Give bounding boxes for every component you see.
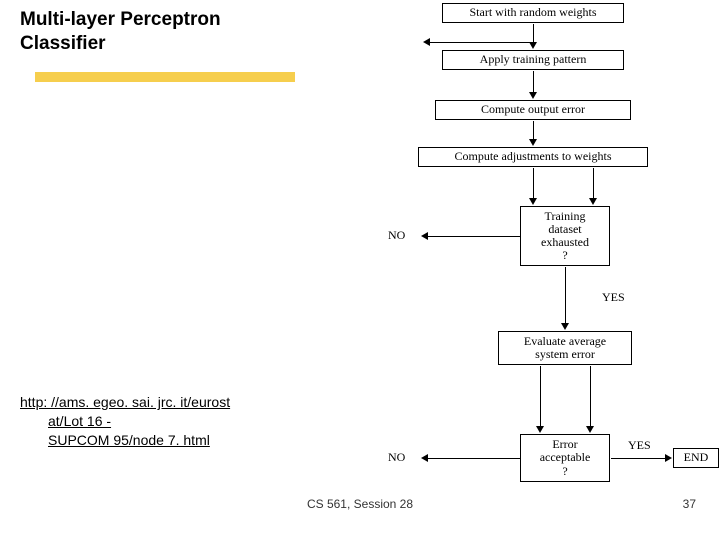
arrow-right-icon: [665, 454, 672, 462]
url-line-2: at/Lot 16 -: [20, 412, 330, 431]
connector: [593, 168, 594, 198]
label-yes: YES: [602, 290, 625, 305]
decision-line: acceptable: [540, 451, 591, 464]
url-line-3: SUPCOM 95/node 7. html: [20, 431, 330, 450]
decision-line: ?: [562, 249, 567, 262]
title-line-1: Multi-layer Perceptron: [20, 8, 221, 32]
box-evaluate-error: Evaluate average system error: [498, 331, 632, 365]
connector: [540, 366, 541, 426]
title-line-2: Classifier: [20, 32, 221, 56]
connector: [430, 42, 530, 43]
connector: [565, 267, 566, 323]
arrow-down-icon: [529, 92, 537, 99]
connector: [533, 24, 534, 42]
connector: [428, 236, 520, 237]
arrow-down-icon: [529, 139, 537, 146]
connector: [611, 458, 665, 459]
reference-url-link[interactable]: http: //ams. egeo. sai. jrc. it/eurost a…: [20, 393, 330, 450]
box-error-acceptable: Error acceptable ?: [520, 434, 610, 482]
connector: [590, 366, 591, 426]
label-yes: YES: [628, 438, 651, 453]
arrow-down-icon: [561, 323, 569, 330]
box-compute-error: Compute output error: [435, 100, 631, 120]
flowchart: Start with random weights Apply training…: [380, 0, 720, 540]
box-compute-adjustments: Compute adjustments to weights: [418, 147, 648, 167]
title-underline: [35, 72, 295, 82]
connector: [533, 168, 534, 198]
box-dataset-exhausted: Training dataset exhausted ?: [520, 206, 610, 266]
box-apply-pattern: Apply training pattern: [442, 50, 624, 70]
arrow-down-icon: [586, 426, 594, 433]
arrow-down-icon: [589, 198, 597, 205]
url-line-1: http: //ams. egeo. sai. jrc. it/eurost: [20, 393, 330, 412]
connector: [533, 71, 534, 92]
label-no: NO: [388, 228, 405, 243]
arrow-down-icon: [536, 426, 544, 433]
box-start-weights: Start with random weights: [442, 3, 624, 23]
arrow-left-icon: [421, 232, 428, 240]
arrow-down-icon: [529, 42, 537, 49]
box-end: END: [673, 448, 719, 468]
connector: [533, 121, 534, 139]
arrow-left-icon: [421, 454, 428, 462]
slide-title: Multi-layer Perceptron Classifier: [20, 8, 221, 56]
decision-line: ?: [562, 465, 567, 478]
eval-line: system error: [535, 348, 595, 361]
arrow-left-icon: [423, 38, 430, 46]
arrow-down-icon: [529, 198, 537, 205]
decision-line: Training: [545, 210, 586, 223]
connector: [428, 458, 520, 459]
label-no: NO: [388, 450, 405, 465]
